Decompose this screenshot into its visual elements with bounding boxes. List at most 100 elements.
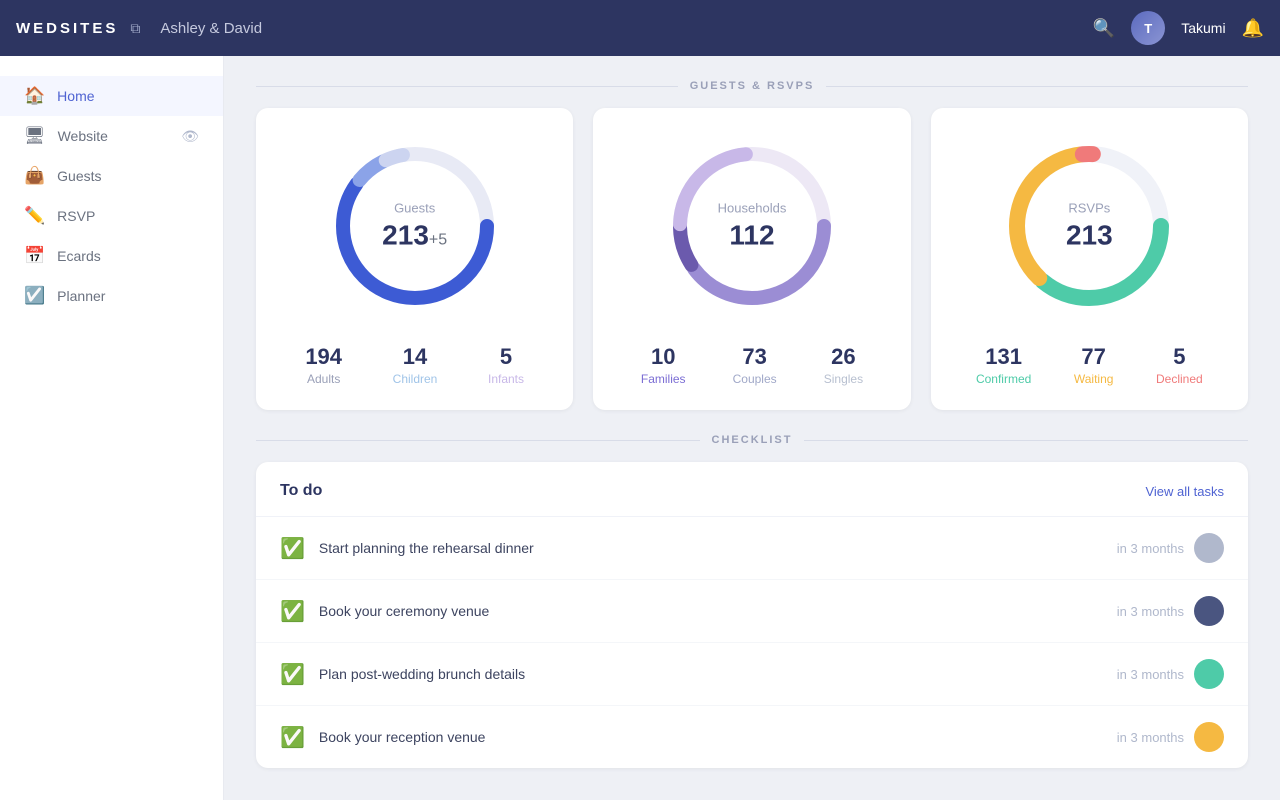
check-circle-icon: ✅ [280, 662, 305, 687]
guests-card-title: Guests [382, 201, 447, 216]
sidebar-item-label: Website [58, 128, 108, 144]
stat-adults-label: Adults [305, 372, 342, 386]
ecards-icon: 📅 [24, 246, 45, 266]
checklist-due: in 3 months [1117, 541, 1184, 556]
stat-couples-label: Couples [733, 372, 777, 386]
stat-children: 14 Children [393, 344, 438, 386]
checklist-item-right: in 3 months [1117, 659, 1224, 689]
topnav-right: 🔍 T Takumi 🔔 [1093, 11, 1264, 45]
guests-stats-row: 194 Adults 14 Children 5 Infants [280, 344, 549, 386]
checklist-item-text: Start planning the rehearsal dinner [319, 540, 1103, 556]
stat-couples: 73 Couples [733, 344, 777, 386]
notification-bell-icon[interactable]: 🔔 [1242, 18, 1264, 39]
stat-declined-number: 5 [1156, 344, 1203, 370]
guests-card: Guests 213+5 194 Adults 14 Children [256, 108, 573, 410]
sidebar-item-planner[interactable]: ☑️ Planner [0, 276, 223, 316]
households-donut: Households 112 [662, 136, 842, 316]
eye-icon[interactable]: 👁 [181, 128, 199, 145]
rsvps-donut: RSVPs 213 [999, 136, 1179, 316]
stat-declined: 5 Declined [1156, 344, 1203, 386]
checklist-item-right: in 3 months [1117, 533, 1224, 563]
sidebar-item-label: Home [57, 88, 94, 104]
stat-confirmed-label: Confirmed [976, 372, 1031, 386]
checklist-title: CHECKLIST [712, 434, 793, 446]
households-donut-label: Households 112 [718, 201, 787, 252]
wedding-name: Ashley & David [160, 20, 1092, 37]
guests-rsvps-title: GUESTS & RSVPS [690, 80, 815, 92]
stat-singles-label: Singles [824, 372, 863, 386]
sidebar-item-guests[interactable]: 👜 Guests [0, 156, 223, 196]
avatar [1194, 596, 1224, 626]
checklist-section-header: CHECKLIST [256, 434, 1248, 446]
avatar [1194, 533, 1224, 563]
checklist-due: in 3 months [1117, 667, 1184, 682]
rsvps-card-title: RSVPs [1066, 201, 1113, 216]
sidebar: 🏠 Home 🖥 Website 👁 👜 Guests ✏️ RSVP 📅 Ec… [0, 56, 224, 800]
sidebar-item-label: RSVP [57, 208, 95, 224]
stat-infants: 5 Infants [488, 344, 524, 386]
sidebar-item-label: Ecards [57, 248, 101, 264]
households-card-number: 112 [718, 220, 787, 252]
avatar [1194, 722, 1224, 752]
search-icon[interactable]: 🔍 [1093, 18, 1115, 39]
sidebar-item-home[interactable]: 🏠 Home [0, 76, 223, 116]
sidebar-item-website[interactable]: 🖥 Website 👁 [0, 116, 223, 156]
sidebar-item-label: Planner [57, 288, 105, 304]
stat-families-label: Families [641, 372, 686, 386]
sidebar-item-rsvp[interactable]: ✏️ RSVP [0, 196, 223, 236]
username: Takumi [1181, 20, 1225, 36]
top-navigation: WEDSITES ⧉ Ashley & David 🔍 T Takumi 🔔 [0, 0, 1280, 56]
checklist-item: ✅ Book your ceremony venue in 3 months [256, 580, 1248, 643]
stat-infants-label: Infants [488, 372, 524, 386]
avatar: T [1131, 11, 1165, 45]
checklist-item-text: Book your reception venue [319, 729, 1103, 745]
rsvps-donut-label: RSVPs 213 [1066, 201, 1113, 252]
guests-icon: 👜 [24, 166, 45, 186]
sidebar-item-label: Guests [57, 168, 101, 184]
checklist-due: in 3 months [1117, 730, 1184, 745]
guests-rsvps-section-header: GUESTS & RSVPS [256, 80, 1248, 92]
checklist-section: To do View all tasks ✅ Start planning th… [256, 462, 1248, 768]
guests-card-number: 213+5 [382, 220, 447, 252]
stat-children-label: Children [393, 372, 438, 386]
stat-confirmed: 131 Confirmed [976, 344, 1031, 386]
check-circle-icon: ✅ [280, 536, 305, 561]
stat-confirmed-number: 131 [976, 344, 1031, 370]
checklist-header: To do View all tasks [256, 462, 1248, 517]
copy-icon[interactable]: ⧉ [130, 20, 140, 37]
layout: 🏠 Home 🖥 Website 👁 👜 Guests ✏️ RSVP 📅 Ec… [0, 56, 1280, 800]
stat-waiting: 77 Waiting [1074, 344, 1114, 386]
households-stats-row: 10 Families 73 Couples 26 Singles [617, 344, 886, 386]
checklist-item: ✅ Book your reception venue in 3 months [256, 706, 1248, 768]
logo: WEDSITES [16, 20, 118, 37]
website-icon: 🖥 [24, 126, 46, 146]
check-circle-icon: ✅ [280, 725, 305, 750]
checklist-item: ✅ Start planning the rehearsal dinner in… [256, 517, 1248, 580]
checklist-item-text: Book your ceremony venue [319, 603, 1103, 619]
avatar [1194, 659, 1224, 689]
households-card: Households 112 10 Families 73 Couples 26 [593, 108, 910, 410]
stat-families-number: 10 [641, 344, 686, 370]
stat-adults: 194 Adults [305, 344, 342, 386]
rsvps-stats-row: 131 Confirmed 77 Waiting 5 Declined [955, 344, 1224, 386]
rsvps-card: RSVPs 213 131 Confirmed 77 Waiting 5 [931, 108, 1248, 410]
checklist-header-title: To do [280, 482, 322, 500]
view-all-tasks-button[interactable]: View all tasks [1145, 484, 1224, 499]
check-circle-icon: ✅ [280, 599, 305, 624]
stat-waiting-number: 77 [1074, 344, 1114, 370]
checklist-due: in 3 months [1117, 604, 1184, 619]
guests-donut-label: Guests 213+5 [382, 201, 447, 252]
stat-children-number: 14 [393, 344, 438, 370]
stat-declined-label: Declined [1156, 372, 1203, 386]
checklist-item-right: in 3 months [1117, 596, 1224, 626]
sidebar-item-ecards[interactable]: 📅 Ecards [0, 236, 223, 276]
planner-icon: ☑️ [24, 286, 45, 306]
stat-infants-number: 5 [488, 344, 524, 370]
rsvps-card-number: 213 [1066, 220, 1113, 252]
stat-waiting-label: Waiting [1074, 372, 1114, 386]
checklist-item-text: Plan post-wedding brunch details [319, 666, 1103, 682]
stat-singles-number: 26 [824, 344, 863, 370]
stat-adults-number: 194 [305, 344, 342, 370]
households-card-title: Households [718, 201, 787, 216]
stat-singles: 26 Singles [824, 344, 863, 386]
